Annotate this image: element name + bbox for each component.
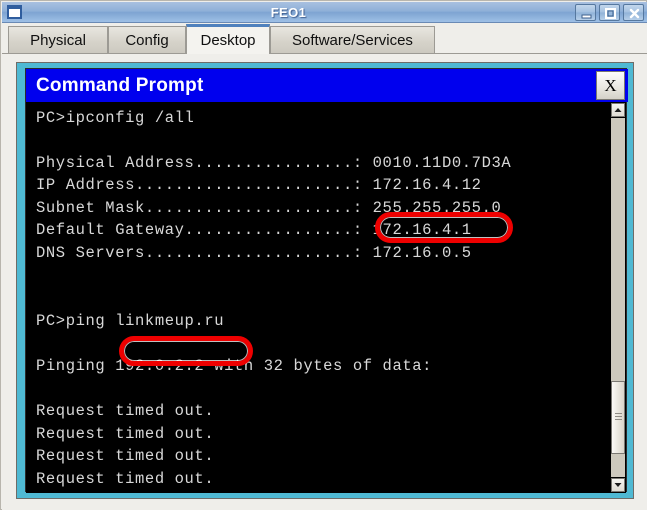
tab-bar: Physical Config Desktop Software/Service… [2,23,647,54]
command-prompt-close-button[interactable]: X [596,71,625,100]
scrollbar-grip-icon [615,413,622,420]
application-window: FEO1 Physical Config Desktop Software/Se… [0,0,647,510]
minimize-icon [581,14,592,18]
terminal-output-area[interactable]: PC>ipconfig /all Physical Address.......… [26,102,612,493]
chevron-down-icon [614,483,622,487]
maximize-button[interactable] [599,3,620,21]
tab-config[interactable]: Config [108,26,186,54]
tab-desktop-label: Desktop [200,32,256,49]
scroll-down-arrow-icon[interactable] [611,478,625,492]
tab-config-label: Config [125,32,169,49]
desktop-panel: Command Prompt X PC>ipconfig /all Physic… [2,54,647,510]
maximize-icon [605,7,616,19]
terminal-text: PC>ipconfig /all Physical Address.......… [36,108,512,489]
scrollbar-thumb[interactable] [611,381,625,454]
chevron-up-icon [614,108,622,112]
page-title: FEO1 [270,4,307,20]
command-prompt-title: Command Prompt [36,74,204,96]
tab-software-services-label: Software/Services [292,32,413,49]
close-icon [629,8,640,18]
scrollbar-track[interactable] [611,118,625,477]
command-prompt-title-bar[interactable]: Command Prompt X [26,69,628,102]
minimize-button[interactable] [575,3,596,21]
terminal-backdrop: Command Prompt X PC>ipconfig /all Physic… [16,62,634,499]
command-prompt-window: Command Prompt X PC>ipconfig /all Physic… [25,68,628,493]
scroll-up-arrow-icon[interactable] [611,103,625,117]
tab-desktop[interactable]: Desktop [186,24,270,54]
window-title-bar[interactable]: FEO1 [2,2,647,23]
tab-software-services[interactable]: Software/Services [270,26,435,54]
tab-physical-label: Physical [30,32,86,49]
terminal-scrollbar[interactable] [610,102,626,493]
close-button[interactable] [623,3,644,21]
tab-physical[interactable]: Physical [8,26,108,54]
